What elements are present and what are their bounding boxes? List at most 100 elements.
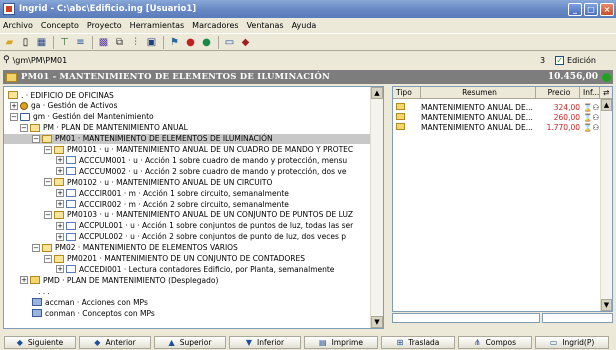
settings-icon[interactable]: ● — [199, 35, 214, 49]
tree-node[interactable]: − PM · PLAN DE MANTENIMIENTO ANUAL — [4, 123, 188, 133]
col-inf[interactable]: Inf... — [580, 87, 600, 99]
collapse-icon[interactable]: − — [10, 112, 18, 121]
inferior-button[interactable]: ▼ Inferior — [229, 335, 301, 349]
compos-button[interactable]: ⋔ Compos — [458, 335, 532, 349]
tree-node[interactable]: + ACCCIR001 · m · Acción 1 sobre circuito… — [4, 188, 289, 198]
col-precio[interactable]: Precio — [536, 87, 580, 99]
tree-node[interactable]: . · EDIFICIO DE OFICINAS — [4, 90, 114, 100]
path-bar: ⚲ \gm\PM\PM01 3 ✓ Edición — [0, 51, 616, 69]
menu-ayuda[interactable]: Ayuda — [292, 21, 317, 30]
expand-icon[interactable]: + — [10, 101, 18, 110]
grid-scrollbar[interactable]: ▲ ▼ — [600, 99, 612, 311]
concept-tree[interactable]: . · EDIFICIO DE OFICINAS + ga · Gestión de… — [3, 86, 384, 329]
tree-node[interactable]: + ga · Gestión de Activos — [4, 101, 117, 111]
grid-footer-field-1[interactable] — [392, 313, 540, 323]
collapse-icon[interactable]: − — [44, 145, 52, 154]
open-folder-icon — [8, 91, 18, 99]
copy-icon[interactable]: ⧉ — [112, 35, 127, 49]
expand-icon[interactable]: + — [20, 276, 28, 285]
menu-herramientas[interactable]: Herramientas — [130, 21, 185, 30]
tree-node[interactable]: − PM01 · MANTENIMIENTO DE ELEMENTOS DE IL… — [4, 133, 376, 144]
tree-icon[interactable]: ⫶ — [128, 35, 143, 49]
filter-icon[interactable]: ⊤ — [57, 35, 72, 49]
grid-row[interactable]: MANTENIMIENTO ANUAL DE... 324,00 ⌛⚇ — [393, 103, 599, 112]
pen-icon[interactable]: ◆ — [238, 35, 253, 49]
siguiente-button[interactable]: ◆ Siguiente — [4, 335, 76, 349]
grid-row[interactable]: MANTENIMIENTO ANUAL DE... 260,00 ⌛⚇ — [393, 113, 600, 122]
scroll-up-icon[interactable]: ▲ — [371, 87, 383, 99]
palette-icon[interactable]: ⚑ — [167, 35, 182, 49]
children-grid[interactable]: Tipo Resumen Precio Inf... ⇄ MANTENIMIEN… — [392, 86, 613, 312]
collapse-icon[interactable]: − — [20, 123, 28, 132]
tree-node[interactable]: − gm · Gestión del Mantenimiento — [4, 112, 154, 122]
traslada-button[interactable]: ⊞ Traslada — [381, 335, 455, 349]
collapse-icon[interactable]: − — [32, 134, 40, 143]
ingrid-button[interactable]: ▭ Ingrid(P) — [535, 335, 609, 349]
window-icon-small: ▭ — [549, 337, 558, 347]
grid-row[interactable]: MANTENIMIENTO ANUAL DE... 1.770,00 ⌛⚇ — [393, 123, 599, 132]
tree-node[interactable]: − PM0201 · MANTENIMIENTO DE UN CONJUNTO D… — [4, 254, 305, 264]
action-icon — [66, 156, 76, 165]
list-icon[interactable]: ≡ — [73, 35, 88, 49]
menu-proyecto[interactable]: Proyecto — [87, 21, 122, 30]
grid-icon[interactable]: ▩ — [96, 35, 111, 49]
grid-scroll-up-icon[interactable]: ▲ — [601, 99, 612, 111]
toolbar: ▰ ▯ ▦ ⊤ ≡ ▩ ⧉ ⫶ ▣ ⚑ ● ● ▭ ◆ — [0, 33, 616, 51]
collapse-icon[interactable]: − — [32, 243, 40, 252]
tree-scrollbar[interactable]: ▲ ▼ — [370, 87, 383, 328]
open-folder-icon[interactable]: ▰ — [2, 35, 17, 49]
collapse-icon[interactable]: − — [44, 178, 52, 187]
expand-icon[interactable]: + — [56, 221, 64, 230]
tree-node[interactable]: + ACCPUL002 · u · Acción 2 sobre conjunto… — [4, 232, 346, 242]
menu-marcadores[interactable]: Marcadores — [192, 21, 238, 30]
window-icon[interactable]: ▭ — [222, 35, 237, 49]
binoculars-icon[interactable]: ⚲ — [3, 55, 10, 65]
path-field[interactable]: \gm\PM\PM01 — [13, 56, 540, 65]
expand-icon[interactable]: + — [56, 200, 64, 208]
menu-ventanas[interactable]: Ventanas — [247, 21, 284, 30]
maximize-button[interactable]: □ — [584, 2, 598, 16]
new-doc-icon[interactable]: ▯ — [18, 35, 33, 49]
tree-node[interactable]: accman · Acciones con MPs — [4, 297, 148, 307]
tree-node[interactable]: + ACCCIR002 · m · Acción 2 sobre circuito… — [4, 199, 289, 209]
tree-node[interactable]: + ACCEDI001 · Lectura contadores Edificio… — [4, 264, 334, 274]
tree-node[interactable]: . . . — [4, 286, 50, 296]
expand-icon[interactable]: + — [56, 189, 64, 198]
tree-node[interactable]: + ACCCUM002 · u · Acción 2 sobre cuadro d… — [4, 166, 346, 176]
tree-node[interactable]: + ACCPUL001 · u · Acción 1 sobre conjunto… — [4, 221, 353, 231]
menu-archivo[interactable]: Archivo — [3, 21, 33, 30]
expand-icon[interactable]: + — [56, 167, 64, 176]
grid-footer-field-2[interactable] — [542, 313, 613, 323]
tree-node[interactable]: + PMD · PLAN DE MANTENIMIENTO (Desplegado… — [4, 275, 218, 285]
collapse-icon[interactable]: − — [44, 210, 52, 219]
info-icon: ⌛⚇ — [583, 113, 600, 122]
tree-node[interactable]: + ACCCUM001 · u · Acción 1 sobre cuadro d… — [4, 155, 347, 165]
menu-concepto[interactable]: Concepto — [41, 21, 79, 30]
close-button[interactable]: × — [600, 2, 614, 16]
globe-icon[interactable]: ● — [183, 35, 198, 49]
save-icon[interactable]: ▦ — [34, 35, 49, 49]
edicion-checkbox[interactable]: ✓ — [555, 55, 565, 65]
tree-node[interactable]: − PM0102 · u · MANTENIMIENTO ANUAL DE UN … — [4, 177, 272, 187]
anterior-button[interactable]: ◆ Anterior — [79, 335, 151, 349]
grid-scroll-down-icon[interactable]: ▼ — [601, 299, 612, 311]
tree-node[interactable]: − PM0103 · u · MANTENIMIENTO ANUAL DE UN … — [4, 210, 353, 220]
tree-node[interactable]: conman · Conceptos con MPs — [4, 308, 155, 318]
col-tipo[interactable]: Tipo — [393, 87, 421, 99]
table-icon — [32, 298, 42, 307]
tree-node[interactable]: − PM02 · MANTENIMIENTO DE ELEMENTOS VARIO… — [4, 243, 238, 253]
table-icon — [32, 309, 42, 317]
col-options-icon[interactable]: ⇄ — [600, 87, 612, 99]
minimize-button[interactable]: _ — [568, 2, 582, 16]
collapse-icon[interactable]: − — [44, 254, 52, 263]
expand-icon[interactable]: + — [56, 156, 64, 165]
expand-icon[interactable]: + — [56, 265, 64, 274]
expand-icon[interactable]: + — [56, 232, 64, 241]
scroll-down-icon[interactable]: ▼ — [371, 316, 383, 328]
imprime-button[interactable]: ▤ Imprime — [304, 335, 378, 349]
col-resumen[interactable]: Resumen — [421, 87, 536, 99]
tools-icon[interactable]: ▣ — [144, 35, 159, 49]
tree-node[interactable]: − PM0101 · u · MANTENIMIENTO ANUAL DE UN … — [4, 145, 353, 155]
tree-node-label: gm · Gestión del Mantenimiento — [33, 112, 154, 122]
superior-button[interactable]: ▲ Superior — [154, 335, 226, 349]
